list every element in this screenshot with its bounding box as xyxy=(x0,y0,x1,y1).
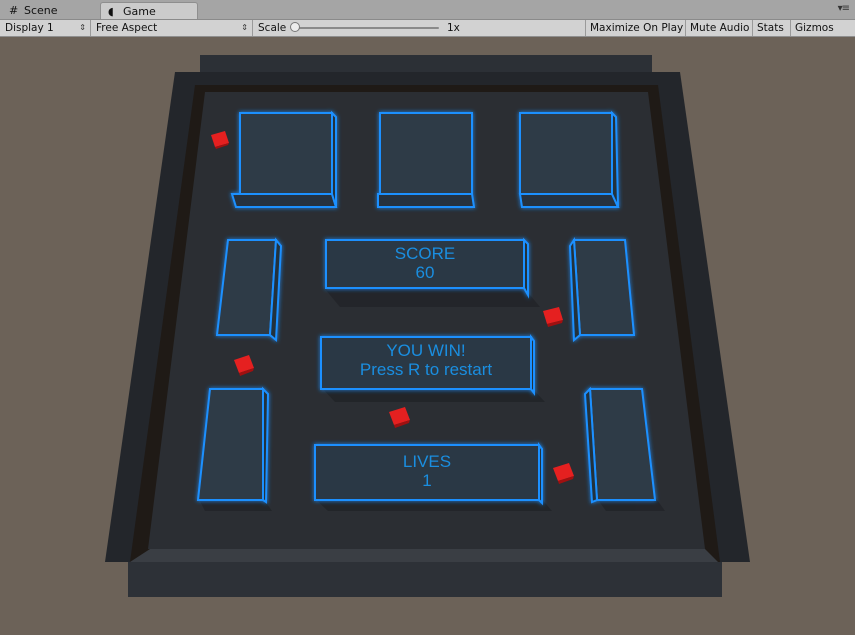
board-back-top xyxy=(200,55,652,72)
game-viewport[interactable]: SCORE 60 YOU WIN! Press R to restart LIV… xyxy=(0,37,855,635)
lives-display: LIVES 1 xyxy=(315,452,539,490)
aspect-dropdown-label: Free Aspect xyxy=(96,22,158,34)
gizmos-dropdown[interactable]: Gizmos xyxy=(791,20,855,36)
scale-control: Scale 1x xyxy=(253,20,586,36)
grid-icon: # xyxy=(9,4,19,17)
mute-audio-toggle[interactable]: Mute Audio xyxy=(686,20,753,36)
game-scene xyxy=(0,37,855,635)
wall-block-low-right xyxy=(583,386,657,504)
wall-block-top-left xyxy=(230,110,338,208)
stats-toggle[interactable]: Stats xyxy=(753,20,791,36)
tab-scene-label: Scene xyxy=(24,4,58,17)
wall-block-top-center xyxy=(377,112,476,208)
display-dropdown-label: Display 1 xyxy=(5,22,54,34)
wall-block-top-right xyxy=(518,110,620,208)
score-label: SCORE xyxy=(394,244,456,263)
scale-slider-track[interactable] xyxy=(295,27,439,29)
scale-label: Scale xyxy=(258,22,287,34)
board-front-wall xyxy=(130,549,718,562)
maximize-on-play-toggle[interactable]: Maximize On Play xyxy=(586,20,686,36)
win-message-display: YOU WIN! Press R to restart xyxy=(321,341,531,379)
lives-label: LIVES xyxy=(402,452,452,471)
tab-game[interactable]: ◖ Game xyxy=(100,2,198,19)
wall-block-low-left xyxy=(196,386,270,504)
lives-value: 1 xyxy=(422,471,432,490)
game-toolbar: Display 1 ⇕ Free Aspect ⇕ Scale 1x Maxim… xyxy=(0,20,855,37)
dropdown-arrow-icon: ⇕ xyxy=(79,23,86,32)
aspect-dropdown[interactable]: Free Aspect ⇕ xyxy=(91,20,253,36)
win-message: YOU WIN! xyxy=(386,341,466,360)
pacman-icon: ◖ xyxy=(108,5,114,18)
wall-block-mid-right xyxy=(568,236,636,343)
board-front-edge xyxy=(128,562,722,597)
window-tab-bar: # Scene ◖ Game ▾≡ xyxy=(0,0,855,20)
score-display: SCORE 60 xyxy=(326,244,524,282)
score-value: 60 xyxy=(415,263,435,282)
panel-menu-icon[interactable]: ▾≡ xyxy=(838,3,850,14)
scale-slider-handle[interactable] xyxy=(290,22,300,32)
display-dropdown[interactable]: Display 1 ⇕ xyxy=(0,20,91,36)
tab-scene[interactable]: # Scene xyxy=(2,2,94,19)
dropdown-arrow-icon: ⇕ xyxy=(241,23,248,32)
tab-game-label: Game xyxy=(123,5,156,18)
wall-block-mid-left xyxy=(215,237,283,343)
restart-message: Press R to restart xyxy=(359,360,493,379)
scale-value: 1x xyxy=(447,22,460,34)
